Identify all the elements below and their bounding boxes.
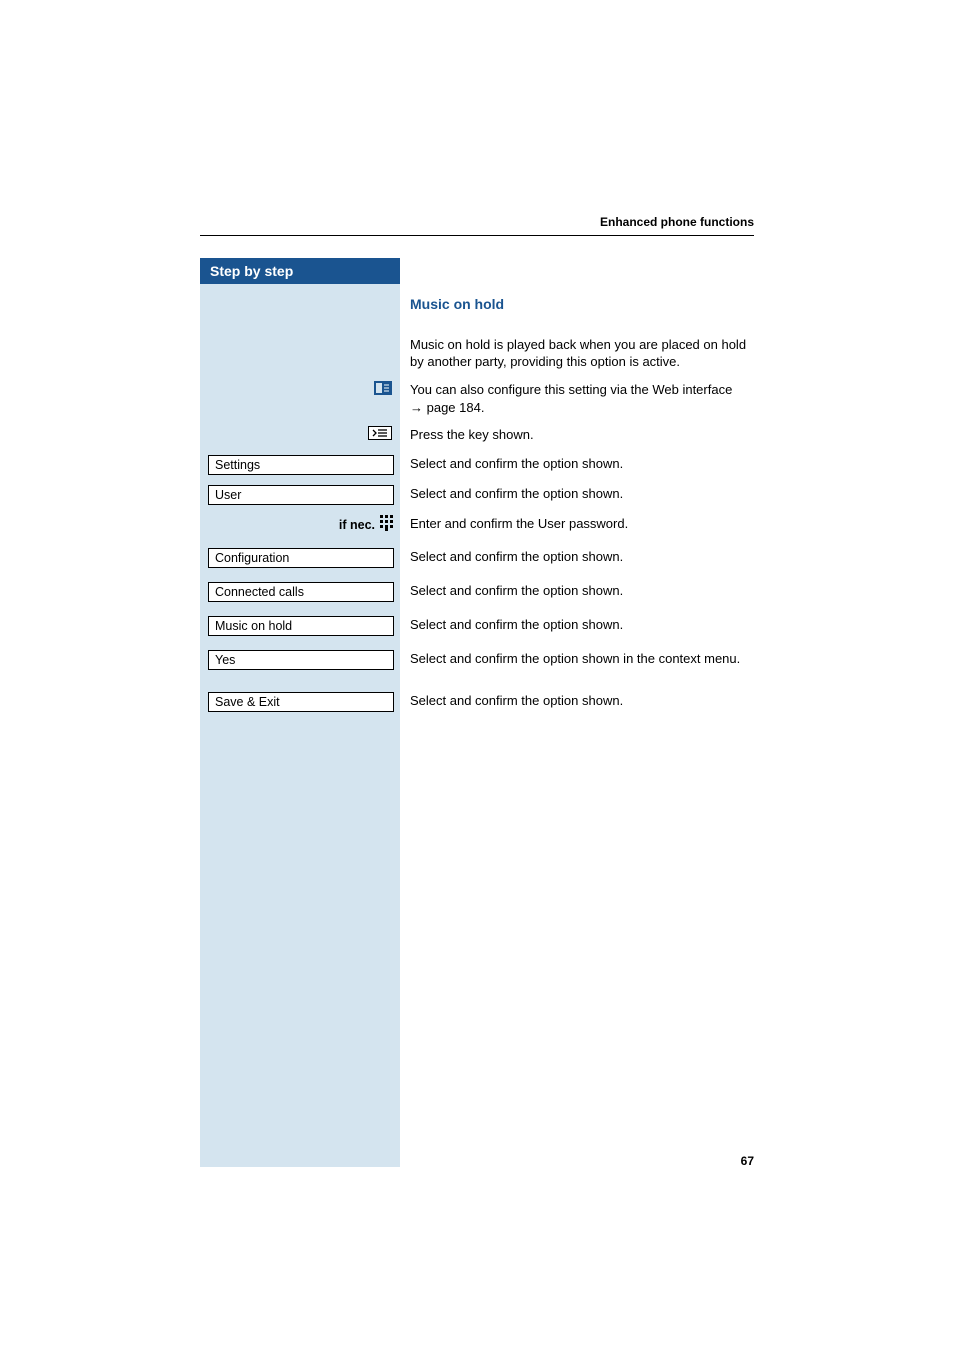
if-necessary-label: if nec. <box>339 515 394 534</box>
save-exit-desc: Select and confirm the option shown. <box>400 692 754 710</box>
connected-calls-desc: Select and confirm the option shown. <box>400 582 754 600</box>
settings-desc: Select and confirm the option shown. <box>400 455 754 473</box>
page-number: 67 <box>741 1154 754 1168</box>
music-on-hold-desc: Select and confirm the option shown. <box>400 616 754 634</box>
menu-key-icon <box>368 426 394 445</box>
web-interface-icon <box>374 381 394 400</box>
intro-text: Music on hold is played back when you ar… <box>400 336 754 371</box>
password-desc: Enter and confirm the User password. <box>400 515 754 533</box>
menu-option-yes: Yes <box>208 650 394 670</box>
press-key-text: Press the key shown. <box>400 426 754 444</box>
user-desc: Select and confirm the option shown. <box>400 485 754 503</box>
menu-option-save-exit: Save & Exit <box>208 692 394 712</box>
page-header-title: Enhanced phone functions <box>200 215 754 235</box>
keypad-icon <box>380 515 394 534</box>
configuration-desc: Select and confirm the option shown. <box>400 548 754 566</box>
web-interface-text: You can also configure this setting via … <box>400 381 754 416</box>
menu-option-connected-calls: Connected calls <box>208 582 394 602</box>
header-divider <box>200 235 754 236</box>
step-by-step-header: Step by step <box>200 258 400 284</box>
menu-option-configuration: Configuration <box>208 548 394 568</box>
menu-option-settings: Settings <box>208 455 394 475</box>
menu-option-music-on-hold: Music on hold <box>208 616 394 636</box>
yes-desc: Select and confirm the option shown in t… <box>400 650 754 668</box>
menu-option-user: User <box>208 485 394 505</box>
section-title: Music on hold <box>410 295 754 314</box>
